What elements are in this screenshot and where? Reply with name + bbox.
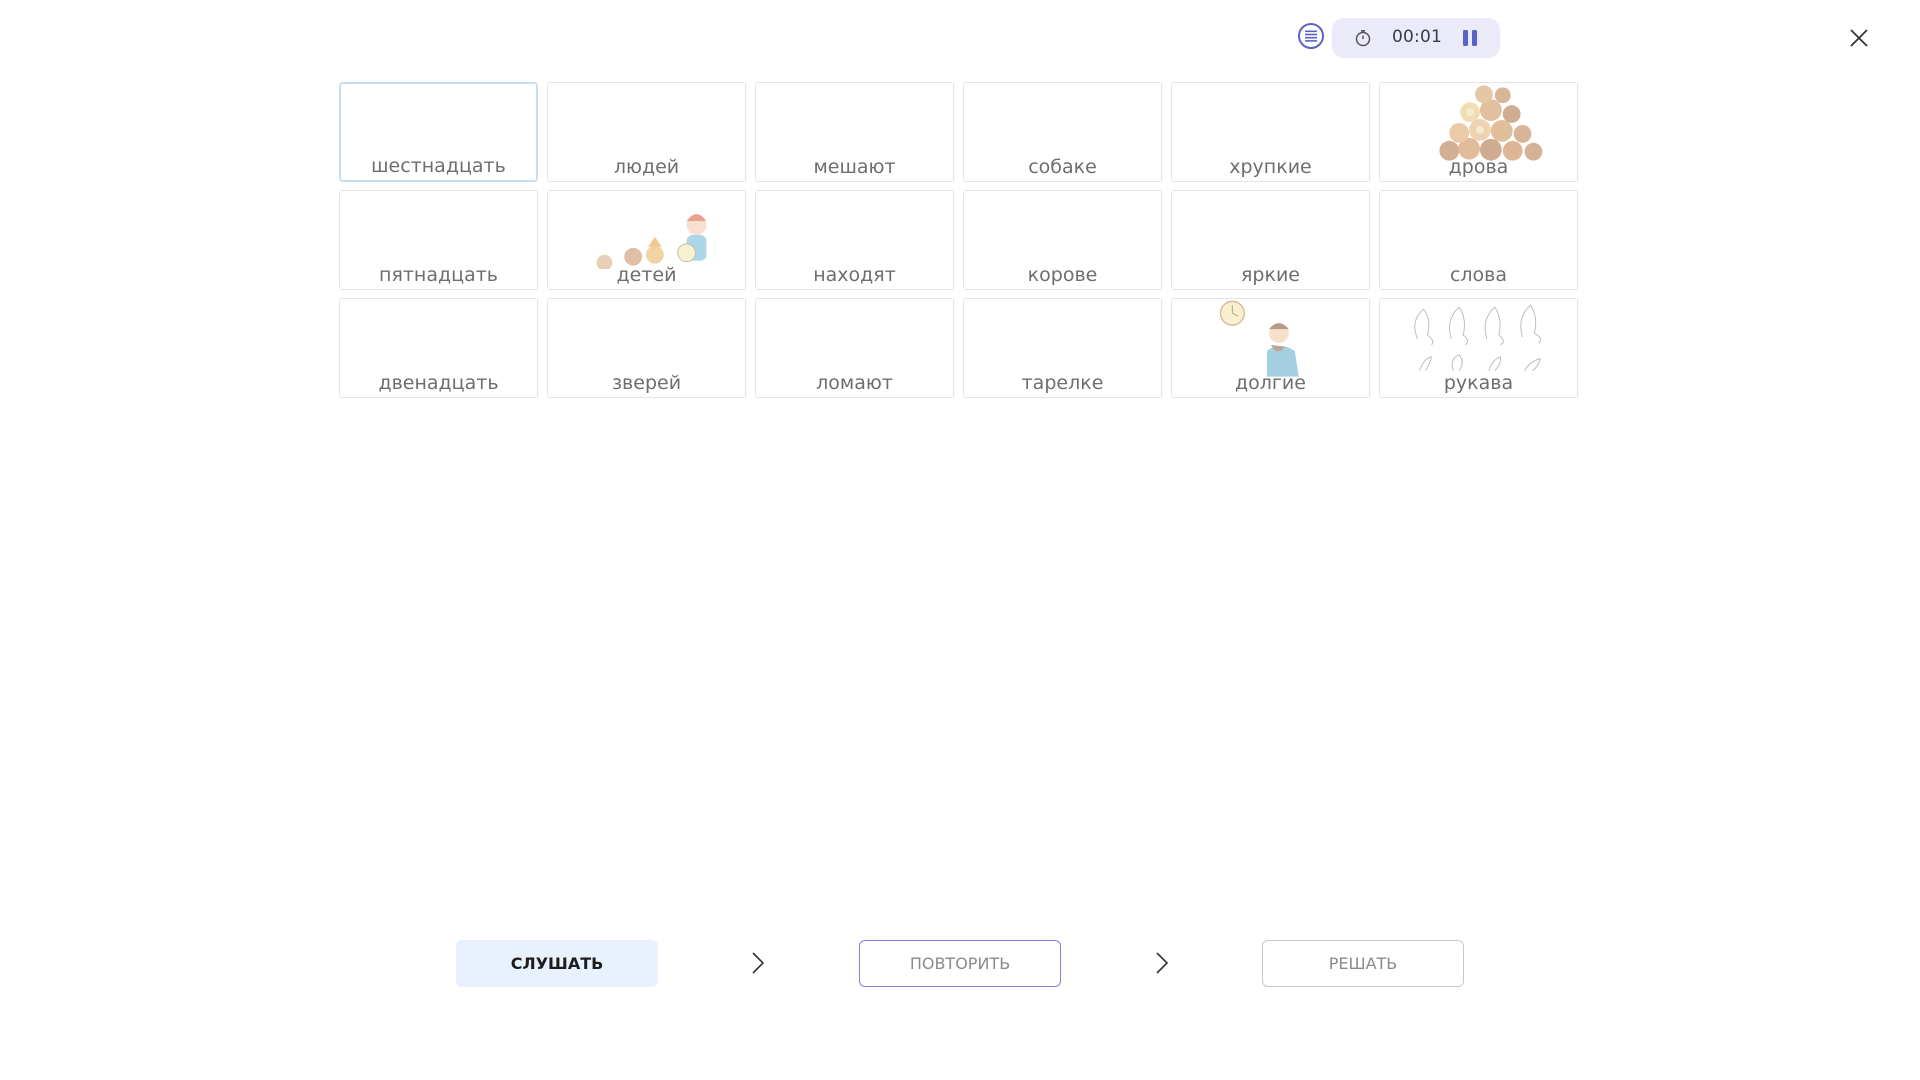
close-icon[interactable] <box>1845 24 1873 52</box>
chevron-right-icon <box>1156 952 1169 974</box>
repeat-button-label: ПОВТОРИТЬ <box>909 954 1011 973</box>
list-icon[interactable] <box>1298 23 1324 49</box>
word-card[interactable]: зверей <box>547 298 746 398</box>
card-word: яркие <box>1240 264 1300 286</box>
man-with-clock-picture <box>1219 300 1299 377</box>
card-word: хрупкие <box>1229 156 1312 178</box>
word-card[interactable]: ломают <box>755 298 954 398</box>
word-card[interactable]: тарелке <box>963 298 1162 398</box>
card-word: ломают <box>816 372 893 394</box>
listen-button[interactable]: СЛУШАТЬ <box>456 940 658 987</box>
chevron-right-icon <box>752 952 765 974</box>
word-card[interactable]: шестнадцать <box>339 82 538 182</box>
card-word: детей <box>616 264 677 286</box>
card-word: шестнадцать <box>371 155 506 177</box>
word-card[interactable]: пятнадцать <box>339 190 538 290</box>
card-word: слова <box>1449 264 1508 286</box>
card-word: корове <box>1027 264 1098 286</box>
listen-button-label: СЛУШАТЬ <box>510 954 604 973</box>
logs-pile-picture <box>1439 85 1543 161</box>
card-word: долгие <box>1235 372 1306 394</box>
card-word: дрова <box>1448 156 1509 178</box>
word-card[interactable]: собаке <box>963 82 1162 182</box>
word-card[interactable]: находят <box>755 190 954 290</box>
timer-value: 00:01 <box>1392 27 1442 47</box>
word-card[interactable]: слова <box>1379 190 1578 290</box>
pause-icon[interactable] <box>1458 26 1482 50</box>
solve-button[interactable]: РЕШАТЬ <box>1262 940 1464 987</box>
card-word: пятнадцать <box>379 264 498 286</box>
word-card[interactable]: долгие <box>1171 298 1370 398</box>
card-word: мешают <box>813 156 896 178</box>
word-card[interactable]: людей <box>547 82 746 182</box>
word-card[interactable]: двенадцать <box>339 298 538 398</box>
stopwatch-icon <box>1355 30 1371 47</box>
word-card[interactable]: яркие <box>1171 190 1370 290</box>
word-card[interactable]: детей <box>547 190 746 290</box>
timer-panel: 00:01 <box>1332 18 1500 58</box>
card-word: тарелке <box>1021 372 1104 394</box>
word-card[interactable]: рукава <box>1379 298 1578 398</box>
card-word: собаке <box>1028 156 1097 178</box>
sleeves-sketch-picture <box>1414 304 1542 372</box>
game-screen: 00:01 шестнадцать людей мешают собаке хр… <box>0 0 1920 1080</box>
word-grid: шестнадцать людей мешают собаке хрупкие <box>339 82 1578 398</box>
word-card[interactable]: мешают <box>755 82 954 182</box>
repeat-button[interactable]: ПОВТОРИТЬ <box>859 940 1061 987</box>
word-card[interactable]: корове <box>963 190 1162 290</box>
card-word: людей <box>613 156 680 178</box>
card-word: рукава <box>1443 372 1514 394</box>
card-word: находят <box>813 264 896 286</box>
card-word: зверей <box>611 372 682 394</box>
word-card[interactable]: хрупкие <box>1171 82 1370 182</box>
children-picture <box>596 214 707 269</box>
card-word: двенадцать <box>378 372 499 394</box>
word-card[interactable]: дрова <box>1379 82 1578 182</box>
solve-button-label: РЕШАТЬ <box>1328 954 1398 973</box>
